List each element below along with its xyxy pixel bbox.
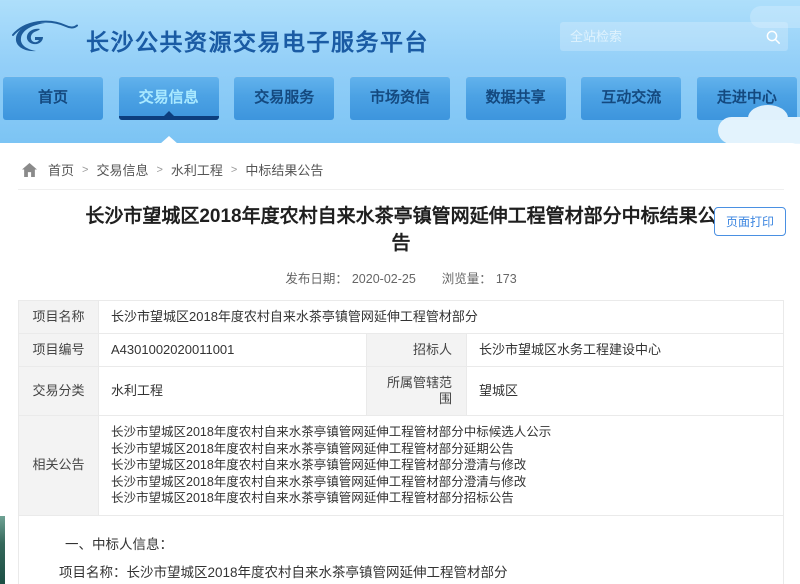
brand: 长沙公共资源交易电子服务平台 — [10, 18, 429, 61]
tab-trade-services[interactable]: 交易服务 — [234, 76, 334, 120]
tab-interaction[interactable]: 互动交流 — [581, 76, 681, 120]
related-announcements-list: 长沙市望城区2018年度农村自来水茶亭镇管网延伸工程管材部分中标候选人公示 长沙… — [111, 424, 771, 507]
tenderee-value: 长沙市望城区水务工程建设中心 — [467, 334, 784, 367]
category-value: 水利工程 — [99, 367, 367, 416]
page: 长沙公共资源交易电子服务平台 首页 交易信息 交易服务 市场资信 数据共享 互动… — [0, 0, 800, 584]
project-no-value: A4301002020011001 — [99, 334, 367, 367]
main-nav: 首页 交易信息 交易服务 市场资信 数据共享 互动交流 走进中心 — [0, 76, 800, 120]
related-announcement-link[interactable]: 长沙市望城区2018年度农村自来水茶亭镇管网延伸工程管材部分招标公告 — [111, 490, 771, 507]
breadcrumb-home[interactable]: 首页 — [48, 160, 74, 179]
article-meta: 发布日期： 2020-02-25 浏览量： 173 — [18, 268, 784, 287]
jurisdiction-value: 望城区 — [467, 367, 784, 416]
header: 长沙公共资源交易电子服务平台 首页 交易信息 交易服务 市场资信 数据共享 互动… — [0, 0, 800, 143]
cloud-decoration — [718, 117, 800, 144]
table-row: 项目名称 长沙市望城区2018年度农村自来水茶亭镇管网延伸工程管材部分 — [19, 301, 784, 334]
winner-info-heading: 一、中标人信息： — [59, 533, 767, 553]
category-label: 交易分类 — [19, 367, 99, 416]
related-announcement-link[interactable]: 长沙市望城区2018年度农村自来水茶亭镇管网延伸工程管材部分澄清与修改 — [111, 474, 771, 491]
tab-trade-info[interactable]: 交易信息 — [119, 76, 219, 120]
jurisdiction-label: 所属管辖范围 — [367, 367, 467, 416]
site-title: 长沙公共资源交易电子服务平台 — [86, 23, 429, 57]
tenderee-label: 招标人 — [367, 334, 467, 367]
related-announcement-link[interactable]: 长沙市望城区2018年度农村自来水茶亭镇管网延伸工程管材部分延期公告 — [111, 441, 771, 458]
tab-data-sharing[interactable]: 数据共享 — [466, 76, 566, 120]
breadcrumb-water-projects[interactable]: 水利工程 — [171, 160, 223, 179]
home-icon — [22, 163, 37, 177]
project-name-value: 长沙市望城区2018年度农村自来水茶亭镇管网延伸工程管材部分 — [99, 301, 784, 334]
table-row: 相关公告 长沙市望城区2018年度农村自来水茶亭镇管网延伸工程管材部分中标候选人… — [19, 416, 784, 516]
views-count: 173 — [496, 272, 517, 286]
breadcrumb-separator: > — [231, 164, 237, 176]
related-announcements-label: 相关公告 — [19, 416, 99, 516]
content-panel: 首页 > 交易信息 > 水利工程 > 中标结果公告 长沙市望城区2018年度农村… — [2, 143, 800, 584]
page-title: 长沙市望城区2018年度农村自来水茶亭镇管网延伸工程管材部分中标结果公告 — [81, 203, 721, 257]
breadcrumb-trade-info[interactable]: 交易信息 — [96, 160, 148, 179]
tab-home[interactable]: 首页 — [3, 76, 103, 120]
search-input[interactable] — [560, 22, 758, 51]
related-announcement-link[interactable]: 长沙市望城区2018年度农村自来水茶亭镇管网延伸工程管材部分中标候选人公示 — [111, 424, 771, 441]
breadcrumb-separator: > — [156, 164, 162, 176]
publish-date-label: 发布日期： — [285, 272, 348, 286]
breadcrumb: 首页 > 交易信息 > 水利工程 > 中标结果公告 — [18, 143, 784, 190]
breadcrumb-separator: > — [82, 164, 88, 176]
project-name-label: 项目名称 — [19, 301, 99, 334]
project-no-label: 项目编号 — [19, 334, 99, 367]
background-photo-edge — [0, 516, 5, 584]
views-label: 浏览量： — [442, 272, 492, 286]
table-row: 交易分类 水利工程 所属管辖范围 望城区 — [19, 367, 784, 416]
related-announcement-link[interactable]: 长沙市望城区2018年度农村自来水茶亭镇管网延伸工程管材部分澄清与修改 — [111, 457, 771, 474]
site-search — [560, 22, 788, 51]
print-page-button[interactable]: 页面打印 — [714, 207, 786, 236]
tab-market-credit[interactable]: 市场资信 — [350, 76, 450, 120]
table-row: 项目编号 A4301002020011001 招标人 长沙市望城区水务工程建设中… — [19, 334, 784, 367]
winner-project-name: 项目名称：长沙市望城区2018年度农村自来水茶亭镇管网延伸工程管材部分 — [59, 566, 767, 580]
publish-date: 2020-02-25 — [352, 272, 416, 286]
cloud-decoration — [750, 6, 800, 28]
announcement-body: 一、中标人信息： 项目名称：长沙市望城区2018年度农村自来水茶亭镇管网延伸工程… — [18, 516, 784, 584]
project-info-table: 项目名称 长沙市望城区2018年度农村自来水茶亭镇管网延伸工程管材部分 项目编号… — [18, 300, 784, 516]
site-logo-icon — [10, 18, 78, 61]
breadcrumb-current: 中标结果公告 — [245, 160, 323, 179]
